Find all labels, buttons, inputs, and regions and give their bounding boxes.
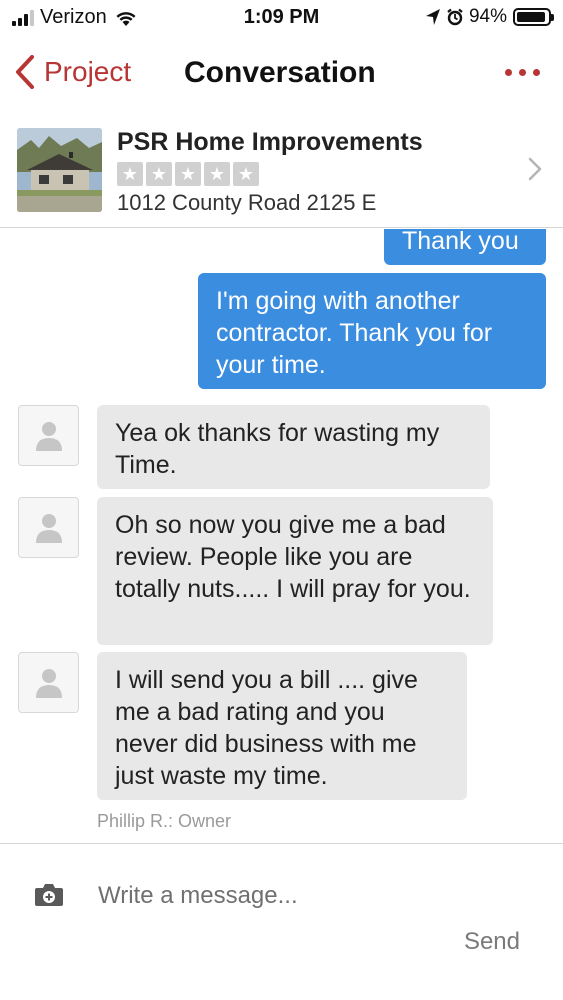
avatar[interactable] xyxy=(18,497,79,558)
sender-label: Phillip R.: Owner xyxy=(97,811,232,831)
user-avatar-icon xyxy=(36,514,62,543)
outgoing-message[interactable]: I'm going with another contractor. Thank… xyxy=(198,273,546,389)
message-input[interactable] xyxy=(98,876,528,916)
incoming-message[interactable]: I will send you a bill .... give me a ba… xyxy=(97,652,467,800)
back-label: Project xyxy=(44,56,132,87)
battery-icon xyxy=(513,8,554,26)
battery-fill xyxy=(517,12,546,22)
status-bar: Verizon 1:09 PM 94% xyxy=(0,0,563,40)
star-icon: ★ xyxy=(233,162,259,186)
camera-icon[interactable] xyxy=(34,882,64,908)
outgoing-message[interactable]: Thank you xyxy=(384,229,546,265)
location-arrow-icon xyxy=(425,9,440,25)
avatar[interactable] xyxy=(18,405,79,466)
star-rating: ★ ★ ★ ★ ★ xyxy=(117,162,259,186)
more-dots-icon[interactable] xyxy=(505,64,545,80)
star-icon: ★ xyxy=(117,162,143,186)
business-photo xyxy=(17,128,102,212)
incoming-message[interactable]: Oh so now you give me a bad review. Peop… xyxy=(97,497,493,645)
star-icon: ★ xyxy=(146,162,172,186)
user-avatar-icon xyxy=(36,669,62,698)
chevron-left-icon xyxy=(16,55,34,89)
star-icon: ★ xyxy=(175,162,201,186)
incoming-message[interactable]: Yea ok thanks for wasting my Time. xyxy=(97,405,490,489)
avatar[interactable] xyxy=(18,652,79,713)
user-avatar-icon xyxy=(36,422,62,451)
back-button[interactable]: Project xyxy=(14,54,131,90)
message-list[interactable]: Thank you I'm going with another contrac… xyxy=(0,229,563,841)
business-header[interactable]: PSR Home Improvements ★ ★ ★ ★ ★ 1012 Cou… xyxy=(0,118,563,228)
nav-bar: Project Conversation xyxy=(0,44,563,106)
star-icon: ★ xyxy=(204,162,230,186)
page-title: Conversation xyxy=(184,56,376,89)
alarm-icon xyxy=(447,8,463,26)
send-button[interactable]: Send xyxy=(464,928,520,956)
business-address: 1012 County Road 2125 E xyxy=(117,190,377,215)
business-name: PSR Home Improvements xyxy=(117,128,423,156)
chevron-right-icon[interactable] xyxy=(527,156,543,182)
battery-percent: 94% xyxy=(468,6,507,27)
status-right: 94% xyxy=(425,6,554,28)
compose-bar: Send xyxy=(0,843,563,1000)
